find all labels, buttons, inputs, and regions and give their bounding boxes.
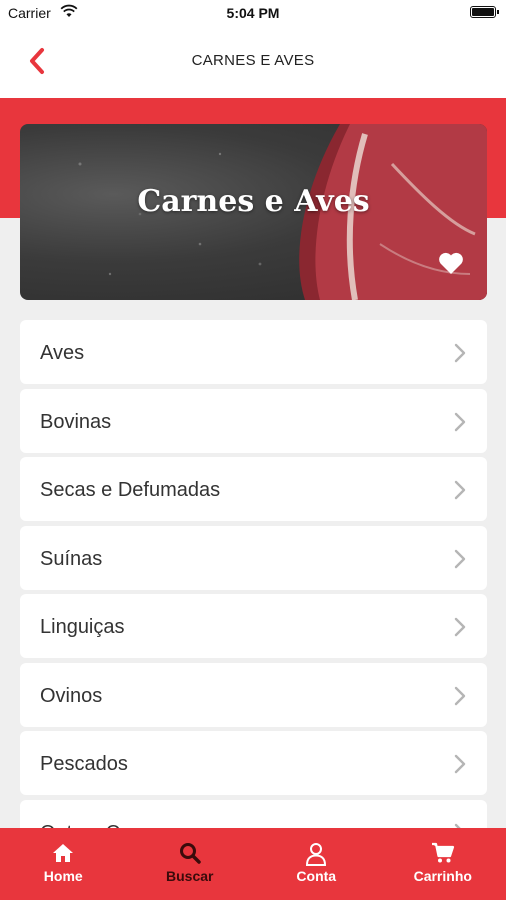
tab-label: Carrinho (413, 868, 472, 884)
tab-carrinho[interactable]: Carrinho (380, 828, 506, 900)
chevron-right-icon (454, 343, 466, 363)
category-label: Pescados (40, 753, 128, 775)
user-icon (306, 843, 327, 866)
page-title: CARNES E AVES (191, 52, 315, 69)
category-item-suinas[interactable]: Suínas (20, 525, 487, 590)
chevron-right-icon (454, 412, 466, 431)
tab-label: Conta (296, 868, 337, 884)
status-time: 5:04 PM (226, 5, 280, 21)
heart-icon (439, 252, 463, 274)
tab-buscar[interactable]: Buscar (127, 828, 254, 900)
category-label: Aves (40, 342, 85, 364)
category-item-aves[interactable]: Aves (20, 320, 487, 384)
category-label: Bovinas (40, 410, 112, 433)
chevron-right-icon (454, 754, 466, 774)
search-icon (179, 843, 201, 864)
category-label: Ovinos (40, 684, 103, 707)
category-item-ovinos[interactable]: Ovinos (20, 662, 487, 727)
category-banner: Carnes e Aves (20, 124, 487, 300)
category-item-linguicas[interactable]: Linguiças (20, 594, 487, 658)
tab-home[interactable]: Home (0, 828, 127, 900)
tab-bar: Home Buscar Conta Carrinho (0, 828, 506, 900)
chevron-right-icon (454, 549, 466, 568)
category-label: Linguiças (40, 616, 125, 638)
status-bar: Carrier 5:04 PM (0, 0, 506, 26)
battery-icon (470, 6, 499, 18)
tab-conta[interactable]: Conta (253, 828, 380, 900)
banner-title: Carnes e Aves (137, 184, 370, 219)
category-item-bovinas[interactable]: Bovinas (20, 388, 487, 453)
home-icon (53, 844, 74, 862)
category-list: Aves Bovinas Secas e Defumadas Suínas Li… (20, 320, 487, 868)
category-item-pescados[interactable]: Pescados (20, 731, 487, 795)
cart-icon (431, 842, 454, 863)
favorite-button[interactable] (437, 250, 465, 276)
tab-label: Home (43, 868, 83, 884)
navigation-bar: CARNES E AVES (0, 26, 506, 98)
category-item-secas-e-defumadas[interactable]: Secas e Defumadas (20, 457, 487, 521)
chevron-right-icon (454, 686, 466, 705)
category-label: Secas e Defumadas (40, 479, 221, 501)
chevron-right-icon (454, 617, 466, 637)
category-label: Suínas (40, 547, 103, 570)
chevron-right-icon (454, 480, 466, 500)
tab-label: Buscar (166, 868, 214, 884)
